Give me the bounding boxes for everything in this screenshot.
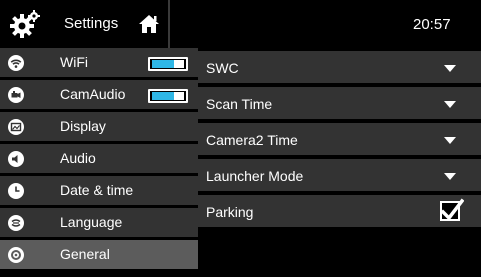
sidebar-item-wifi[interactable]: WiFi (0, 48, 198, 79)
header-divider (168, 0, 170, 48)
wifi-icon (8, 55, 24, 71)
gear-icon (8, 247, 24, 263)
sidebar-item-camaudio[interactable]: CamAudio (0, 80, 198, 111)
setting-label: Camera2 Time (206, 132, 298, 148)
sidebar-item-language[interactable]: Language (0, 208, 198, 239)
sidebar-item-label: General (60, 246, 110, 262)
wifi-toggle[interactable] (148, 57, 188, 71)
clock-time: 20:57 (413, 16, 451, 33)
setting-label: Parking (206, 204, 254, 220)
sidebar-item-display[interactable]: Display (0, 112, 198, 143)
setting-row-parking[interactable]: Parking (198, 195, 481, 229)
settings-panel: SWC Scan Time Camera2 Time Launcher Mode… (198, 48, 481, 277)
home-icon[interactable] (138, 14, 160, 34)
page-title: Settings (64, 15, 119, 32)
setting-label: Launcher Mode (206, 168, 304, 184)
chevron-down-icon[interactable] (444, 65, 456, 72)
setting-row-swc[interactable]: SWC (198, 51, 481, 85)
sidebar-item-label: Language (60, 214, 123, 230)
chevron-down-icon[interactable] (444, 101, 456, 108)
settings-gears-icon (10, 9, 42, 39)
chevron-down-icon[interactable] (444, 137, 456, 144)
setting-row-launcher-mode[interactable]: Launcher Mode (198, 159, 481, 193)
setting-label: SWC (206, 60, 239, 76)
language-icon (8, 215, 24, 231)
camaudio-toggle[interactable] (148, 89, 188, 103)
sidebar-item-label: Audio (60, 150, 96, 166)
parking-checkbox[interactable] (440, 198, 464, 221)
speaker-icon (8, 151, 24, 167)
setting-row-scan-time[interactable]: Scan Time (198, 87, 481, 121)
display-icon (8, 119, 24, 135)
sidebar-item-label: CamAudio (60, 86, 126, 102)
sidebar-item-label: Date & time (60, 182, 134, 198)
sidebar-item-audio[interactable]: Audio (0, 144, 198, 175)
camaudio-icon (8, 87, 24, 103)
sidebar-item-label: WiFi (60, 54, 88, 70)
clock-icon (8, 183, 24, 199)
sidebar-item-date-time[interactable]: Date & time (0, 176, 198, 207)
sidebar-item-general[interactable]: General (0, 240, 198, 271)
setting-row-camera2-time[interactable]: Camera2 Time (198, 123, 481, 157)
chevron-down-icon[interactable] (444, 173, 456, 180)
sidebar-item-label: Display (60, 118, 106, 134)
setting-label: Scan Time (206, 96, 273, 112)
top-bar: Settings 20:57 (0, 0, 481, 48)
sidebar: WiFi CamAudio Display Audio Date & time … (0, 48, 198, 277)
